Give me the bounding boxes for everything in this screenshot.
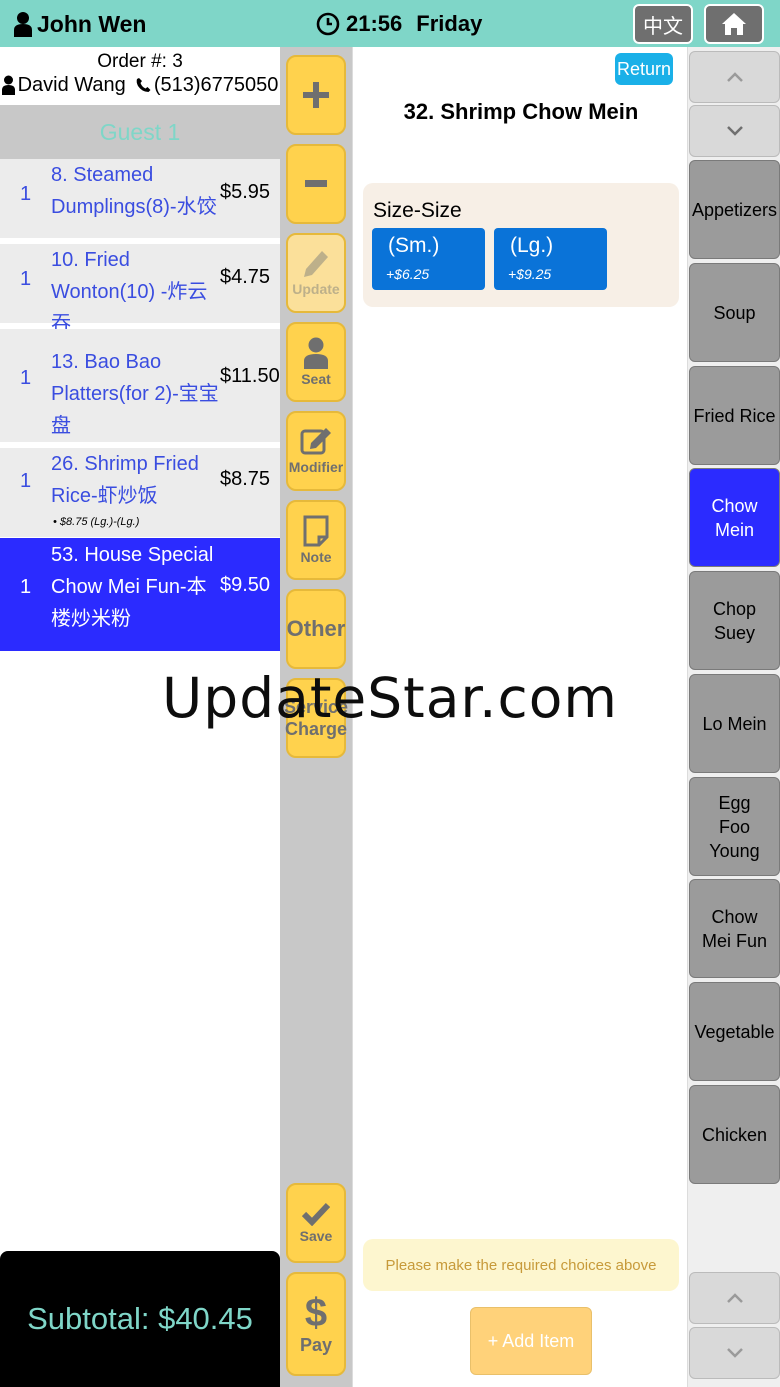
user-name: John Wen [37,10,147,37]
seat-label: Seat [301,371,331,387]
top-bar: John Wen 21:56 Friday 中文 [0,0,780,47]
item-name: 13. Bao Bao Platters(for 2)-宝宝盘 [51,351,219,437]
item-name: 10. Fried Wonton(10) -炸云吞 [51,249,208,335]
add-item-button[interactable]: + Add Item [470,1307,592,1375]
checkmark-icon [302,1202,330,1226]
item-quantity: 1 [20,268,32,290]
category-vegetable[interactable]: Vegetable [689,982,780,1081]
item-quantity: 1 [20,367,32,389]
user-icon [14,12,32,37]
customer-phone: (513)6775050 [136,73,279,97]
item-name: 26. Shrimp Fried Rice-虾炒饭 [51,453,199,507]
watermark: UpdateStar.com [162,666,618,730]
customer-info: David Wang (513)6775050 [0,72,280,98]
item-quantity: 1 [20,470,32,492]
item-name: 8. Steamed Dumplings(8)-水饺 [51,164,217,218]
option-price: +$9.25 [508,266,552,282]
decrease-button[interactable] [286,144,346,224]
customer-name: David Wang [17,73,126,96]
order-number: Order #: 3 [97,51,183,72]
order-item[interactable]: 1 13. Bao Bao Platters(for 2)-宝宝盘 $11.50 [0,329,280,442]
note-label: Note [300,549,332,565]
item-name: 53. House Special Chow Mei Fun-本楼炒米粉 [51,544,214,630]
option-name: (Sm.) [388,234,440,257]
pay-button[interactable]: $ Pay [286,1272,346,1376]
return-button[interactable]: Return [615,53,673,85]
language-button[interactable]: 中文 [633,4,693,44]
size-option-group: Size-Size (Sm.) +$6.25 (Lg.) +$9.25 [363,183,679,307]
item-price: $9.50 [220,574,271,596]
dish-title: 32. Shrimp Chow Mein [403,99,639,124]
seat-button[interactable]: Seat [286,322,346,402]
person-icon [304,337,328,369]
update-label: Update [292,281,340,297]
guest-header[interactable]: Guest 1 [0,105,280,159]
save-label: Save [299,1228,333,1244]
item-price: $4.75 [220,266,271,288]
required-choice-notice: Please make the required choices above [363,1239,679,1291]
dollar-icon: $ [304,1290,328,1335]
increase-button[interactable] [286,55,346,135]
order-item-selected[interactable]: 1 53. House Special Chow Mei Fun-本楼炒米粉 $… [0,538,280,651]
category-appetizers[interactable]: Appetizers [689,160,780,259]
update-button[interactable]: Update [286,233,346,313]
modifier-button[interactable]: Modifier [286,411,346,491]
edit-icon [300,428,331,455]
home-button[interactable] [704,4,764,44]
item-quantity: 1 [20,183,32,205]
save-button[interactable]: Save [286,1183,346,1263]
category-chow-mein[interactable]: Chow Mein [689,468,780,567]
pencil-icon [304,251,328,277]
order-item[interactable]: 1 26. Shrimp Fried Rice-虾炒饭 $8.75 • $8.7… [0,448,280,537]
category-egg-foo-young[interactable]: Egg Foo Young [689,777,780,876]
clock-icon [316,12,340,36]
subtotal-display: Subtotal: $40.45 [0,1251,280,1387]
category-chicken[interactable]: Chicken [689,1085,780,1184]
size-option-small[interactable]: (Sm.) +$6.25 [372,228,485,290]
item-price: $8.75 [220,468,271,490]
chevron-up-icon [726,1293,743,1303]
note-button[interactable]: Note [286,500,346,580]
day-text: Friday [416,11,483,36]
plus-icon [303,82,329,108]
item-modifier: • $8.75 (Lg.)-(Lg.) [53,516,140,528]
note-icon [303,515,329,547]
user-display: John Wen [14,8,146,40]
scroll-down-button[interactable] [689,105,780,157]
category-scroll-up-button[interactable] [689,1272,780,1324]
item-price: $5.95 [220,181,271,203]
phone-icon [136,78,151,92]
category-soup[interactable]: Soup [689,263,780,362]
pay-label: Pay [299,1334,333,1355]
clock-display: 21:56 Friday [316,8,482,40]
category-scroll-down-button[interactable] [689,1327,780,1379]
chevron-down-icon [726,126,743,136]
item-quantity: 1 [20,576,32,598]
minus-icon [305,180,327,187]
option-name: (Lg.) [510,234,554,257]
phone-number: (513)6775050 [153,73,279,96]
item-price: $11.50 [220,365,280,387]
time-text: 21:56 [346,11,403,36]
scroll-up-button[interactable] [689,51,780,103]
option-group-label: Size-Size [373,199,462,222]
option-price: +$6.25 [386,266,430,282]
category-chop-suey[interactable]: Chop Suey [689,571,780,670]
category-fried-rice[interactable]: Fried Rice [689,366,780,465]
other-button[interactable]: Other [286,589,346,669]
order-item[interactable]: 1 10. Fried Wonton(10) -炸云吞 $4.75 [0,244,280,335]
person-icon [1,75,15,95]
modifier-label: Modifier [288,459,344,475]
order-item[interactable]: 1 8. Steamed Dumplings(8)-水饺 $5.95 [0,159,280,238]
category-chow-mei-fun[interactable]: Chow Mei Fun [689,879,780,978]
home-icon [722,13,746,35]
chevron-up-icon [726,72,743,82]
size-option-large[interactable]: (Lg.) +$9.25 [494,228,607,290]
chevron-down-icon [726,1348,743,1358]
